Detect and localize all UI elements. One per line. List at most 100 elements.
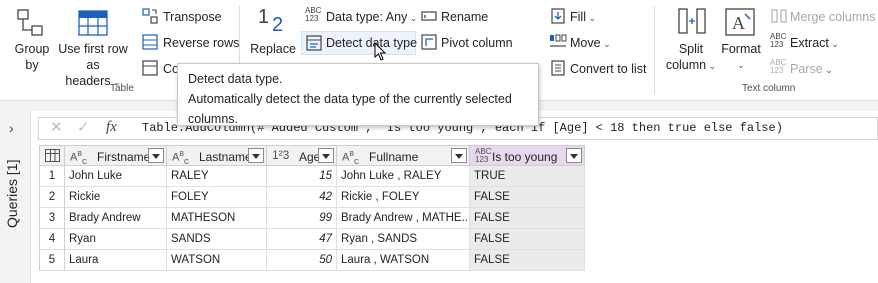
table-cell[interactable]: Brady Andrew — [65, 208, 167, 229]
column-header-lastname[interactable]: ABC Lastname — [167, 145, 267, 166]
chevron-down-icon: ⌄ — [828, 39, 839, 49]
group-separator — [654, 6, 655, 94]
split-column-button[interactable]: Split column ⌄ — [663, 41, 719, 74]
svg-text:A: A — [732, 13, 745, 33]
move-icon — [550, 34, 567, 47]
parse-icon: ABC 123 — [770, 58, 787, 75]
table-cell[interactable]: FALSE — [470, 250, 585, 271]
chevron-down-icon: ⌄ — [600, 39, 611, 49]
table-cell[interactable]: Brady Andrew , MATHE... — [337, 208, 470, 229]
close-icon[interactable]: ✕ — [50, 118, 63, 136]
table-cell[interactable]: FALSE — [470, 229, 585, 250]
extract-icon: ABC 123 — [770, 32, 787, 49]
table-cell[interactable]: FOLEY — [167, 187, 267, 208]
tooltip-description: Automatically detect the data type of th… — [188, 92, 512, 126]
column-header-label: Lastname — [199, 150, 252, 164]
column-header-label: Is too young — [492, 150, 558, 164]
table-cell[interactable]: RALEY — [167, 166, 267, 187]
replace-values-icon-2: 2 — [272, 14, 284, 36]
table-icon — [45, 149, 60, 162]
chevron-down-icon: ⌄ — [585, 13, 597, 23]
column-header-age[interactable]: 1²3 Age — [267, 145, 337, 166]
column-filter-dropdown-icon[interactable] — [148, 148, 164, 163]
row-number[interactable]: 5 — [39, 250, 65, 271]
column-filter-dropdown-icon[interactable] — [566, 148, 582, 163]
any-type-icon[interactable]: ABC 123 — [475, 148, 491, 164]
table-cell[interactable]: Laura , WATSON — [337, 250, 470, 271]
detect-data-type-tooltip: Detect data type. Automatically detect t… — [177, 63, 539, 126]
chevron-down-icon: ⌄ — [737, 60, 745, 70]
fx-icon[interactable]: fx — [106, 119, 117, 136]
check-icon[interactable]: ✓ — [77, 118, 90, 136]
column-header-is-too-young[interactable]: ABC 123 Is too young — [470, 145, 585, 166]
move-dropdown[interactable]: Move ⌄ — [570, 36, 611, 50]
count-rows-icon — [142, 60, 158, 76]
merge-columns-button[interactable]: Merge columns — [790, 10, 875, 24]
column-header-firstname[interactable]: ABC Firstname — [65, 145, 167, 166]
table-cell[interactable]: SANDS — [167, 229, 267, 250]
column-header-fullname[interactable]: ABC Fullname — [337, 145, 470, 166]
transpose-button[interactable]: Transpose — [163, 10, 222, 24]
rename-icon — [421, 11, 437, 21]
tooltip-title: Detect data type. — [188, 72, 283, 86]
extract-dropdown[interactable]: Extract ⌄ — [790, 36, 839, 50]
table-cell[interactable]: 99 — [267, 208, 337, 229]
table-cell[interactable]: Rickie , FOLEY — [337, 187, 470, 208]
fill-icon — [551, 8, 565, 24]
row-number[interactable]: 2 — [39, 187, 65, 208]
table-cell[interactable]: Ryan , SANDS — [337, 229, 470, 250]
detect-data-type-button[interactable]: Detect data type — [326, 36, 417, 50]
chevron-right-icon[interactable]: › — [9, 120, 14, 136]
chevron-down-icon: ⌄ — [706, 61, 717, 71]
table-corner-button[interactable] — [39, 145, 65, 166]
convert-to-list-button[interactable]: Convert to list — [570, 62, 646, 76]
mouse-cursor-icon — [374, 42, 387, 61]
transpose-icon — [142, 8, 158, 24]
table-cell[interactable]: John Luke — [65, 166, 167, 187]
merge-columns-icon — [771, 9, 787, 23]
rename-button[interactable]: Rename — [441, 10, 488, 24]
group-by-icon — [17, 9, 43, 36]
table-cell[interactable]: FALSE — [470, 208, 585, 229]
table-cell[interactable]: WATSON — [167, 250, 267, 271]
table-cell[interactable]: Laura — [65, 250, 167, 271]
table-cell[interactable]: 50 — [267, 250, 337, 271]
row-number[interactable]: 1 — [39, 166, 65, 187]
table-cell[interactable]: TRUE — [470, 166, 585, 187]
data-type-icon: ABC 123 — [305, 6, 322, 23]
table-cell[interactable]: Rickie — [65, 187, 167, 208]
table-cell[interactable]: 47 — [267, 229, 337, 250]
column-header-label: Fullname — [369, 150, 419, 164]
chevron-down-icon: ⌄ — [407, 13, 418, 23]
replace-values-button[interactable]: Replace — [250, 41, 296, 57]
number-type-icon[interactable]: 1²3 — [272, 149, 289, 161]
group-by-button[interactable]: Group by — [10, 41, 54, 73]
row-number[interactable]: 3 — [39, 208, 65, 229]
table-cell[interactable]: John Luke , RALEY — [337, 166, 470, 187]
column-header-label: Firstname — [97, 150, 151, 164]
data-type-dropdown[interactable]: Data type: Any ⌄ — [326, 10, 417, 24]
pivot-column-button[interactable]: Pivot column — [441, 36, 513, 50]
column-filter-dropdown-icon[interactable] — [318, 148, 334, 163]
detect-data-type-icon — [306, 35, 322, 51]
table-cell[interactable]: FALSE — [470, 187, 585, 208]
reverse-rows-button[interactable]: Reverse rows — [163, 36, 239, 50]
format-button[interactable]: Format ⌄ — [716, 41, 766, 73]
convert-to-list-icon — [551, 60, 565, 76]
column-filter-dropdown-icon[interactable] — [451, 148, 467, 163]
table-cell[interactable]: 42 — [267, 187, 337, 208]
fill-dropdown[interactable]: Fill ⌄ — [570, 10, 596, 24]
table-cell[interactable]: MATHESON — [167, 208, 267, 229]
table-cell[interactable]: Ryan — [65, 229, 167, 250]
replace-values-icon: 1 — [258, 6, 270, 28]
text-column-group-label: Text column — [742, 83, 796, 94]
pivot-column-icon — [421, 34, 437, 50]
table-cell[interactable]: 15 — [267, 166, 337, 187]
table-headers-icon — [78, 10, 108, 36]
chevron-down-icon: ⌄ — [822, 65, 833, 75]
split-column-icon — [678, 8, 706, 34]
column-filter-dropdown-icon[interactable] — [248, 148, 264, 163]
parse-dropdown[interactable]: Parse ⌄ — [790, 62, 833, 76]
queries-pane-label[interactable]: Queries [1] — [4, 160, 20, 228]
row-number[interactable]: 4 — [39, 229, 65, 250]
